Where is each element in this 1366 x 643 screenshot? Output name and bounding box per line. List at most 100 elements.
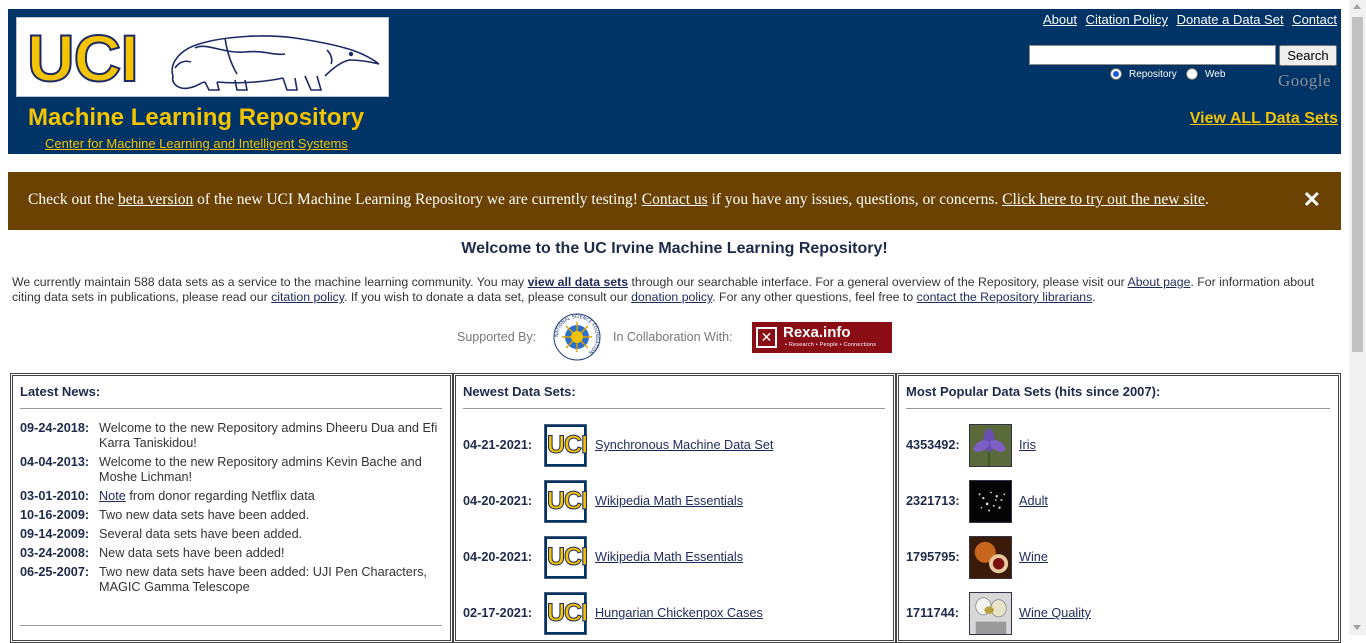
iris-flower-icon[interactable] xyxy=(969,424,1012,467)
uci-thumbnail[interactable]: UCI xyxy=(544,480,589,523)
hit-count: 1711744: xyxy=(906,606,959,620)
try-new-site-link[interactable]: Click here to try out the new site xyxy=(1002,191,1205,208)
news-text: Several data sets have been added. xyxy=(99,527,303,541)
intro-text-2: through our searchable interface. For a … xyxy=(628,275,1128,289)
search-button[interactable]: Search xyxy=(1279,45,1337,66)
dataset-row: 04-20-2021: UCI Wikipedia Math Essential… xyxy=(463,536,883,580)
about-link[interactable]: About xyxy=(1043,12,1077,27)
dataset-link[interactable]: Wikipedia Math Essentials xyxy=(595,550,743,564)
dataset-link[interactable]: Wine Quality xyxy=(1019,606,1091,620)
rexa-tagline: • Research • People • Connections xyxy=(785,342,877,348)
dataset-link[interactable]: Hungarian Chickenpox Cases xyxy=(595,606,763,620)
search-input[interactable] xyxy=(1029,45,1276,65)
dataset-row: 04-20-2021: UCI Wikipedia Math Essential… xyxy=(463,480,883,524)
rexa-x-icon: ✕ xyxy=(756,327,777,348)
dataset-date: 02-17-2021: xyxy=(463,606,533,620)
contact-librarians-link[interactable]: contact the Repository librarians xyxy=(917,290,1093,304)
scrollbar-thumb[interactable] xyxy=(1352,17,1363,352)
banner-text-2: of the new UCI Machine Learning Reposito… xyxy=(193,191,642,208)
wine-glass-icon[interactable] xyxy=(969,536,1012,579)
banner-text-1: Check out the xyxy=(28,191,118,208)
dataset-row: 04-21-2021: UCI Synchronous Machine Data… xyxy=(463,424,883,468)
popular-row: 4353492: Iris xyxy=(906,424,1326,468)
radio-web[interactable]: Web xyxy=(1186,68,1225,80)
news-text: New data sets have been added! xyxy=(99,546,285,560)
newest-datasets-panel: Newest Data Sets: 04-21-2021: UCI Synchr… xyxy=(453,373,896,643)
news-text: from donor regarding Netflix data xyxy=(125,489,315,503)
popular-row: 1795795: Wine xyxy=(906,536,1326,580)
intro-text-4: . If you wish to donate a data set, plea… xyxy=(343,290,632,304)
dataset-link[interactable]: Iris xyxy=(1019,438,1036,452)
news-date: 03-24-2008: xyxy=(20,546,90,560)
radio-repository[interactable]: Repository xyxy=(1110,68,1177,80)
dataset-date: 04-21-2021: xyxy=(463,438,533,452)
vertical-scrollbar[interactable] xyxy=(1349,0,1366,635)
scroll-up-icon[interactable] xyxy=(1353,4,1361,9)
banner-text-4: . xyxy=(1204,191,1209,208)
intro-citation-policy-link[interactable]: citation policy xyxy=(271,290,344,304)
nsf-logo-icon[interactable]: NATIONAL SCIENCE FOUNDATION xyxy=(553,313,601,361)
welcome-title: Welcome to the UC Irvine Machine Learnin… xyxy=(461,240,888,257)
radio-repository-dot[interactable] xyxy=(1110,68,1122,80)
site-header: UCI Machine Learning Repository Center f… xyxy=(8,9,1341,154)
google-logo: Google xyxy=(1278,71,1332,90)
rexa-logo[interactable]: ✕ Rexa.info • Research • People • Connec… xyxy=(752,322,892,353)
news-text: Welcome to the new Repository admins Dhe… xyxy=(99,421,438,450)
hit-count: 2321713: xyxy=(906,494,960,508)
dataset-link[interactable]: Wine xyxy=(1019,550,1048,564)
radio-web-label: Web xyxy=(1205,68,1226,80)
beta-version-link[interactable]: beta version xyxy=(118,191,193,208)
news-date: 06-25-2007: xyxy=(20,565,90,579)
uci-thumbnail[interactable]: UCI xyxy=(544,536,589,579)
view-all-data-sets-link[interactable]: view all data sets xyxy=(528,275,628,289)
view-all-datasets-link[interactable]: View ALL Data Sets xyxy=(1190,110,1338,128)
contact-link[interactable]: Contact xyxy=(1292,12,1337,27)
beta-banner: Check out the beta version of the new UC… xyxy=(8,172,1341,230)
close-icon[interactable]: ✕ xyxy=(1303,187,1321,213)
uci-thumbnail-text: UCI xyxy=(547,539,589,576)
cml-link[interactable]: Center for Machine Learning and Intellig… xyxy=(45,136,348,151)
supported-by-label: Supported By: xyxy=(457,330,537,344)
contact-us-link[interactable]: Contact us xyxy=(642,191,708,208)
anteater-icon xyxy=(171,35,380,91)
news-text: Two new data sets have been added: UJI P… xyxy=(99,565,427,594)
dataset-row: 02-17-2021: UCI Hungarian Chickenpox Cas… xyxy=(463,592,883,636)
news-date: 10-16-2009: xyxy=(20,508,90,522)
about-page-link[interactable]: About page xyxy=(1128,275,1191,289)
banner-message: Check out the beta version of the new UC… xyxy=(28,191,1209,209)
hit-count: 4353492: xyxy=(906,438,960,452)
citation-policy-link[interactable]: Citation Policy xyxy=(1086,12,1168,27)
news-date: 03-01-2010: xyxy=(20,489,90,503)
divider xyxy=(20,408,442,409)
donate-link[interactable]: Donate a Data Set xyxy=(1177,12,1284,27)
uci-thumbnail[interactable]: UCI xyxy=(544,592,589,635)
radio-web-dot[interactable] xyxy=(1186,68,1198,80)
intro-paragraph: We currently maintain 588 data sets as a… xyxy=(12,275,1332,305)
popular-datasets-panel: Most Popular Data Sets (hits since 2007)… xyxy=(896,373,1341,643)
uci-thumbnail[interactable]: UCI xyxy=(544,424,589,467)
rexa-name: Rexa.info xyxy=(783,324,851,341)
site-title: Machine Learning Repository xyxy=(28,104,365,131)
donation-policy-link[interactable]: donation policy xyxy=(631,290,712,304)
popular-row: 2321713: Adult xyxy=(906,480,1326,524)
newest-datasets-title: Newest Data Sets: xyxy=(463,384,576,399)
news-text: Two new data sets have been added. xyxy=(99,508,310,522)
divider xyxy=(20,625,442,626)
top-nav: About Citation Policy Donate a Data Set … xyxy=(1038,12,1337,27)
news-date: 04-04-2013: xyxy=(20,455,90,469)
uci-logo[interactable]: UCI xyxy=(16,17,389,97)
latest-news-panel: Latest News: 09-24-2018: Welcome to the … xyxy=(10,373,453,643)
wine-quality-icon[interactable] xyxy=(969,592,1012,635)
intro-text-5: . For any other questions, feel free to xyxy=(712,290,917,304)
dataset-link[interactable]: Synchronous Machine Data Set xyxy=(595,438,773,452)
scroll-down-icon[interactable] xyxy=(1353,625,1361,630)
dataset-link[interactable]: Wikipedia Math Essentials xyxy=(595,494,743,508)
dataset-link[interactable]: Adult xyxy=(1019,494,1048,508)
uci-thumbnail-text: UCI xyxy=(547,483,589,520)
adult-map-icon[interactable] xyxy=(969,480,1012,523)
collaboration-label: In Collaboration With: xyxy=(613,330,733,344)
netflix-note-link[interactable]: Note xyxy=(99,489,126,503)
banner-text-3: if you have any issues, questions, or co… xyxy=(707,191,1003,208)
site-subtitle: Center for Machine Learning and Intellig… xyxy=(45,136,348,151)
popular-row: 1711744: Wine Quality xyxy=(906,592,1326,636)
